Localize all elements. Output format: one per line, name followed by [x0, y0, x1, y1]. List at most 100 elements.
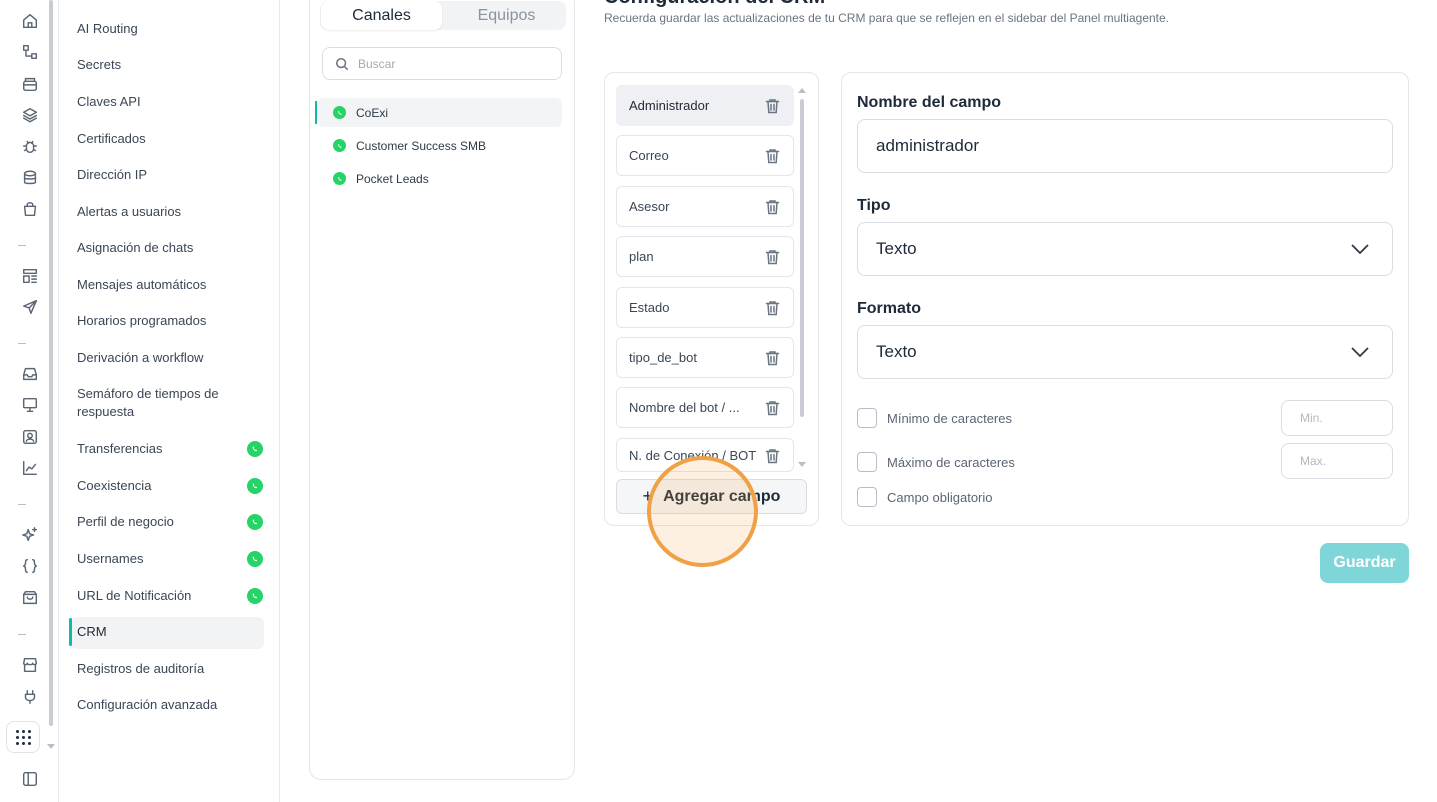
menu-item-horarios[interactable]: Horarios programados: [77, 312, 263, 330]
menu-item-perfil-negocio[interactable]: Perfil de negocio: [77, 513, 263, 531]
menu-item-url-notificacion[interactable]: URL de Notificación: [77, 587, 263, 605]
chart-icon[interactable]: [20, 458, 40, 478]
field-label: Nombre del bot / ...: [629, 400, 740, 415]
format-value: Texto: [876, 342, 917, 361]
field-item-administrador[interactable]: Administrador: [616, 85, 794, 126]
menu-item-label: Semáforo de tiempos de respuesta: [77, 386, 219, 419]
whatsapp-icon: [247, 441, 263, 457]
channel-item-coexi[interactable]: CoExi: [315, 98, 562, 127]
trash-icon[interactable]: [765, 400, 780, 416]
field-label: Administrador: [629, 98, 710, 113]
package-icon[interactable]: [20, 588, 40, 608]
tab-equipos[interactable]: Equipos: [446, 1, 567, 30]
trash-icon[interactable]: [765, 300, 780, 316]
field-label: plan: [629, 249, 654, 264]
field-item-estado[interactable]: Estado: [616, 287, 794, 328]
menu-active-indicator: [69, 618, 72, 646]
menu-item-crm[interactable]: CRM: [77, 623, 263, 641]
bug-icon[interactable]: [20, 136, 40, 156]
required-checkbox[interactable]: [857, 487, 877, 507]
monitor-icon[interactable]: [20, 395, 40, 415]
menu-item-transferencias[interactable]: Transferencias: [77, 440, 263, 458]
type-select[interactable]: Texto: [857, 222, 1393, 276]
field-item-tipo-de-bot[interactable]: tipo_de_bot: [616, 337, 794, 378]
settings-menu: AI Routing Secrets Claves API Certificad…: [59, 0, 280, 802]
channel-search: [322, 47, 562, 80]
fields-scrollbar[interactable]: [798, 88, 806, 471]
trash-icon[interactable]: [765, 148, 780, 164]
database-icon[interactable]: [20, 168, 40, 188]
field-label: tipo_de_bot: [629, 350, 697, 365]
menu-item-mensajes-automaticos[interactable]: Mensajes automáticos: [77, 276, 263, 294]
max-chars-checkbox[interactable]: [857, 452, 877, 472]
sidebar-toggle-icon[interactable]: [20, 769, 40, 789]
tab-canales[interactable]: Canales: [321, 1, 442, 30]
trash-icon[interactable]: [765, 98, 780, 114]
menu-item-label: URL de Notificación: [77, 588, 192, 603]
grid-icon: [15, 729, 31, 745]
send-icon[interactable]: [20, 297, 40, 317]
field-name-input[interactable]: [857, 119, 1393, 173]
min-chars-input[interactable]: [1281, 400, 1393, 436]
inbox-icon[interactable]: [20, 364, 40, 384]
menu-item-asignacion-chats[interactable]: Asignación de chats: [77, 239, 263, 257]
store-icon[interactable]: [20, 655, 40, 675]
home-icon[interactable]: [20, 11, 40, 31]
menu-item-registros-auditoria[interactable]: Registros de auditoría: [77, 660, 263, 678]
menu-item-configuracion-avanzada[interactable]: Configuración avanzada: [77, 696, 263, 714]
trash-icon[interactable]: [765, 249, 780, 265]
save-button[interactable]: Guardar: [1320, 543, 1409, 583]
layers-icon[interactable]: [20, 105, 40, 125]
apps-grid-button[interactable]: [6, 721, 40, 753]
contact-icon[interactable]: [20, 427, 40, 447]
type-label: Tipo: [857, 197, 891, 214]
rail-scrollbar[interactable]: [47, 0, 55, 749]
menu-item-direccion-ip[interactable]: Dirección IP: [77, 166, 263, 184]
menu-item-label: Configuración avanzada: [77, 697, 218, 712]
crm-fields-list: Administrador Correo Asesor plan Estado …: [604, 72, 819, 526]
menu-item-usernames[interactable]: Usernames: [77, 550, 263, 568]
field-item-asesor[interactable]: Asesor: [616, 186, 794, 227]
channel-label: Pocket Leads: [356, 171, 429, 186]
max-chars-input[interactable]: [1281, 443, 1393, 479]
channel-label: CoExi: [356, 105, 389, 120]
channel-item-customer-success-smb[interactable]: Customer Success SMB: [317, 131, 562, 160]
field-item-n-de-conexion[interactable]: N. de Conexión / BOT: [616, 438, 794, 472]
add-field-button[interactable]: + Agregar campo: [616, 479, 807, 514]
trash-icon[interactable]: [765, 448, 780, 464]
type-value: Texto: [876, 239, 917, 258]
menu-item-coexistencia[interactable]: Coexistencia: [77, 477, 263, 495]
braces-icon[interactable]: [20, 556, 40, 576]
menu-item-semaforo[interactable]: Semáforo de tiempos de respuesta: [77, 385, 237, 421]
menu-item-alertas[interactable]: Alertas a usuarios: [77, 203, 263, 221]
bag-icon[interactable]: [20, 199, 40, 219]
menu-item-derivacion-workflow[interactable]: Derivación a workflow: [77, 349, 263, 367]
trash-icon[interactable]: [765, 199, 780, 215]
layout-icon[interactable]: [20, 266, 40, 286]
menu-item-certificados[interactable]: Certificados: [77, 130, 263, 148]
menu-item-label: Derivación a workflow: [77, 350, 204, 365]
menu-item-claves-api[interactable]: Claves API: [77, 93, 263, 111]
menu-item-label: CRM: [77, 624, 107, 639]
sparkles-icon[interactable]: [20, 525, 40, 545]
field-label: Asesor: [629, 199, 670, 214]
channel-item-pocket-leads[interactable]: Pocket Leads: [317, 164, 562, 193]
format-select[interactable]: Texto: [857, 325, 1393, 379]
plug-icon[interactable]: [20, 687, 40, 707]
max-chars-label: Máximo de caracteres: [887, 454, 1015, 470]
menu-item-ai-routing[interactable]: AI Routing: [77, 20, 263, 38]
field-item-plan[interactable]: plan: [616, 236, 794, 277]
field-detail-panel: Nombre del campo Tipo Texto Formato Text…: [841, 72, 1409, 526]
required-row: Campo obligatorio: [857, 487, 993, 507]
field-item-correo[interactable]: Correo: [616, 135, 794, 176]
page-subtitle: Recuerda guardar las actualizaciones de …: [604, 11, 1170, 25]
menu-item-label: Horarios programados: [77, 313, 207, 328]
workflow-icon[interactable]: [20, 42, 40, 62]
search-input[interactable]: [358, 56, 548, 71]
archive-icon[interactable]: [20, 74, 40, 94]
trash-icon[interactable]: [765, 350, 780, 366]
field-item-nombre-del-bot[interactable]: Nombre del bot / ...: [616, 387, 794, 428]
menu-item-secrets[interactable]: Secrets: [77, 56, 263, 74]
min-chars-checkbox[interactable]: [857, 408, 877, 428]
menu-item-label: Dirección IP: [77, 167, 148, 182]
